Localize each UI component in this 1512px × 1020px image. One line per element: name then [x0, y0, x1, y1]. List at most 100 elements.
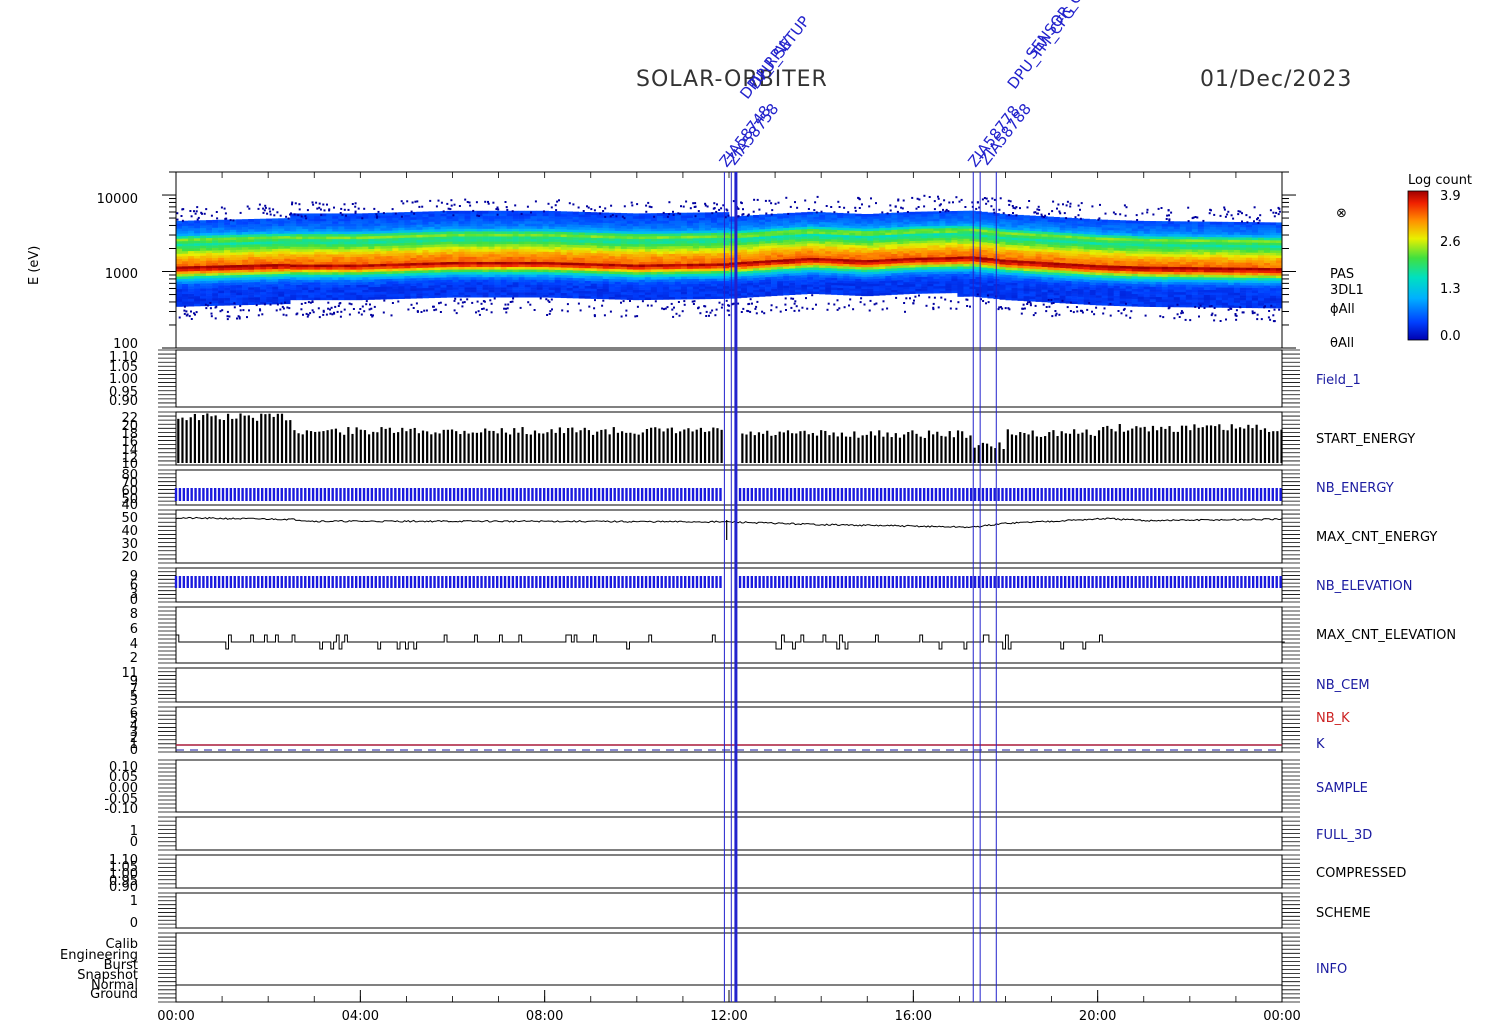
spectrogram-cell	[392, 260, 399, 264]
spectrogram-cell	[542, 271, 549, 275]
spectrogram-cell	[741, 244, 748, 248]
spectrogram-cell	[789, 222, 796, 226]
spectrogram-cell	[476, 284, 483, 288]
spectrogram-cell	[716, 263, 724, 266]
spectrogram-cell	[897, 241, 904, 244]
spectrogram-cell	[212, 285, 219, 289]
spectrogram-cell	[278, 235, 285, 239]
spectrogram-cell	[1041, 266, 1048, 270]
spectrogram-cell	[536, 215, 543, 219]
spectrogram-cell	[1005, 244, 1012, 248]
spectrogram-cell	[813, 291, 820, 295]
spectrogram-cell	[861, 288, 868, 292]
spectrogram-cell	[644, 233, 652, 237]
spectrogram-cell	[662, 294, 670, 298]
spectrogram-cell	[212, 240, 219, 243]
spectrogram-cell	[212, 295, 219, 299]
spectrogram-cell	[278, 283, 285, 287]
spectrogram-cell	[386, 291, 393, 295]
spectrogram-cell	[837, 285, 844, 288]
spectrogram-cell	[212, 242, 219, 246]
spectrogram-cell	[855, 232, 862, 236]
spectrogram-cell	[945, 237, 952, 241]
spectrogram-cell	[915, 218, 922, 222]
spectrogram-cell	[765, 235, 772, 239]
spectrogram-cell	[927, 283, 934, 287]
spectrogram-cell	[632, 249, 640, 252]
spectrogram-cell	[843, 266, 850, 269]
spectrogram-cell	[698, 255, 706, 259]
spectrogram-cell	[1005, 279, 1012, 283]
spectrogram-cell	[771, 278, 778, 282]
spectrogram-cell	[566, 259, 574, 263]
spectrogram-cell	[837, 220, 844, 223]
spectrogram-cell	[578, 227, 586, 230]
spectrogram-cell	[939, 271, 946, 275]
spectrogram-cell	[194, 303, 201, 307]
spectrogram-cell	[759, 286, 766, 290]
spectrogram-cell	[434, 274, 441, 278]
spectrogram-cell	[194, 263, 201, 267]
spectrogram-cell	[831, 219, 838, 223]
spectrogram-cell	[933, 281, 940, 284]
spectrogram-cell	[386, 240, 393, 244]
spectrogram-cell	[704, 247, 712, 251]
spectrogram-cell	[338, 215, 345, 219]
spectrogram-cell	[1029, 268, 1036, 272]
spectrogram-cell	[650, 218, 658, 222]
spectrogram-cell	[987, 272, 994, 276]
spectrogram-cell	[320, 297, 327, 301]
spectrogram-cell	[536, 256, 543, 260]
spectrogram-cell	[584, 237, 592, 241]
spectrogram-cell	[987, 230, 994, 233]
spectrogram-cell	[885, 265, 892, 269]
spectrogram-cell	[212, 235, 219, 238]
spectrogram-cell	[314, 277, 321, 280]
spectrogram-cell	[759, 267, 766, 271]
spectrogram-cell	[963, 218, 970, 222]
spectrogram-cell	[963, 281, 970, 285]
spectrogram-cell	[176, 220, 183, 224]
spectrogram-cell	[284, 271, 291, 274]
spectrogram-cell	[933, 230, 940, 234]
spectrogram-cell	[482, 220, 489, 224]
spectrogram-cell	[536, 292, 543, 295]
spectrogram-cell	[362, 297, 369, 301]
spectrogram-cell	[368, 220, 375, 224]
spectrogram-cell	[224, 252, 231, 256]
spectrogram-cell	[915, 254, 922, 258]
spectrogram-cell	[494, 266, 501, 270]
spectrogram-cell	[1005, 257, 1012, 260]
spectrogram-cell	[578, 252, 586, 256]
spectrogram-cell	[807, 281, 814, 285]
spectrogram-cell	[362, 281, 369, 285]
spectrogram-cell	[819, 262, 826, 266]
spectrogram-cell	[801, 243, 808, 247]
spectrogram-cell	[464, 264, 471, 268]
spectrogram-cell	[602, 273, 610, 277]
spectrogram-cell	[620, 213, 628, 216]
spectrogram-cell	[795, 284, 802, 288]
spectrogram-cell	[1053, 229, 1060, 233]
spectrogram-cell	[650, 274, 658, 278]
spectrogram-cell	[380, 250, 387, 254]
spectrogram-cell	[254, 261, 261, 265]
spectrogram-cell	[897, 238, 904, 242]
spectrogram-cell	[939, 276, 946, 279]
spectrogram-cell	[963, 253, 970, 257]
spectrogram-cell	[698, 260, 706, 264]
spectrogram-cell	[386, 212, 393, 216]
spectrogram-cell	[1041, 226, 1048, 230]
spectrogram-cell	[344, 228, 351, 232]
spectrogram-cell	[530, 266, 537, 270]
spectrogram-cell	[632, 215, 640, 219]
spectrogram-cell	[374, 212, 381, 216]
spectrogram-cell	[266, 256, 273, 260]
spectrogram-cell	[518, 251, 525, 255]
spectrogram-cell	[242, 219, 249, 222]
spectrogram-cell	[386, 273, 393, 277]
spectrogram-cell	[218, 285, 225, 289]
spectrogram-cell	[548, 256, 555, 260]
spectrogram-cell	[1011, 297, 1018, 301]
spectrogram-cell	[939, 249, 946, 253]
